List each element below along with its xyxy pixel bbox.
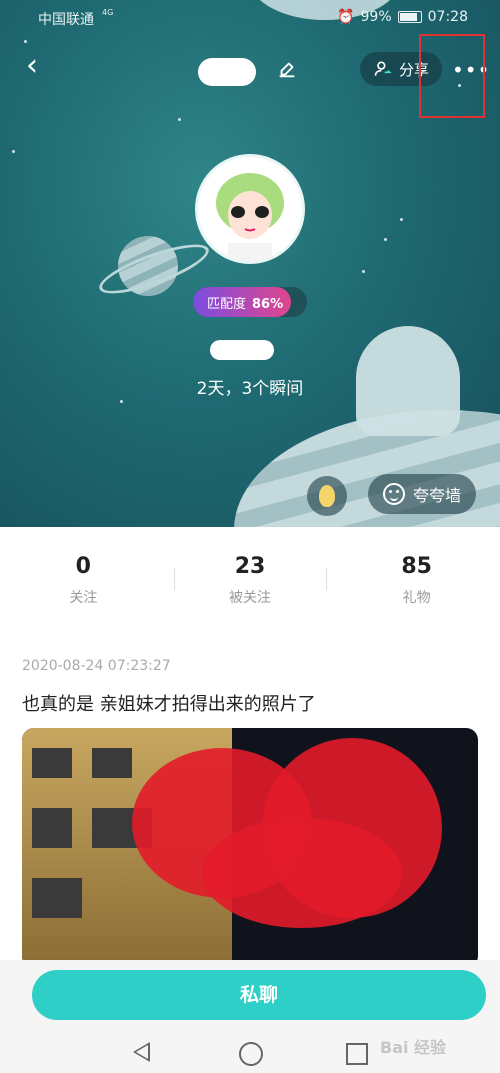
battery-icon [397, 11, 422, 23]
photo-tree-lights [202, 818, 402, 928]
stat-label: 礼物 [402, 590, 431, 606]
photo-window [32, 748, 72, 778]
nav-back-icon[interactable] [133, 1042, 150, 1062]
post-text: 也真的是 亲姐妹才拍得出来的照片了 [22, 694, 316, 715]
star-decoration [24, 40, 27, 43]
username-redacted [210, 340, 274, 360]
stat-value: 23 [234, 554, 266, 579]
star-decoration [384, 238, 387, 241]
share-user-icon [374, 61, 392, 76]
stat-label: 关注 [69, 590, 98, 606]
moments-summary: 2天，3个瞬间 [196, 379, 304, 399]
network-label: 4G [102, 8, 114, 17]
stat-divider [326, 568, 327, 590]
star-decoration [362, 270, 365, 273]
photo-window [92, 748, 132, 778]
egg-icon [319, 485, 335, 507]
nav-recents-icon[interactable] [346, 1043, 368, 1065]
match-label: 匹配度 [207, 297, 247, 312]
profile-name-redacted [198, 58, 256, 86]
profile-hero: 中国联通 4G ⏰ 99% 07:28 ‹ 分享 ••• 匹配度 86% 2天，… [0, 0, 500, 527]
back-arrow-icon[interactable]: ‹ [26, 51, 54, 81]
alarm-icon: ⏰ [337, 9, 355, 25]
stat-value: 85 [401, 554, 432, 579]
photo-window [32, 808, 72, 848]
carrier-label: 中国联通 [38, 12, 94, 28]
private-chat-button[interactable]: 私聊 [32, 970, 486, 1020]
stat-value: 0 [75, 554, 91, 579]
praise-wall-button[interactable]: 夸夸墙 [368, 474, 476, 514]
stat-following[interactable]: 0 关注 [0, 548, 167, 618]
star-decoration [12, 150, 15, 153]
avatar[interactable] [195, 154, 305, 264]
stat-followers[interactable]: 23 被关注 [167, 548, 334, 618]
status-bar: 中国联通 4G ⏰ 99% 07:28 [0, 0, 500, 34]
avatar-illustration [198, 157, 302, 261]
stats-row: 0 关注 23 被关注 85 礼物 [0, 548, 500, 618]
star-decoration [120, 400, 123, 403]
praise-wall-label: 夸夸墙 [412, 486, 461, 505]
stat-divider [174, 568, 175, 590]
match-value: 86% [252, 297, 284, 312]
stat-gifts[interactable]: 85 礼物 [333, 548, 500, 618]
post-timestamp: 2020-08-24 07:23:27 [22, 658, 171, 674]
photo-window [32, 878, 82, 918]
watermark: Bai 经验 [380, 1038, 447, 1057]
nav-home-icon[interactable] [239, 1042, 263, 1066]
stat-label: 被关注 [229, 590, 271, 606]
battery-percent: 99% [360, 9, 392, 25]
egg-button[interactable] [307, 476, 347, 516]
star-decoration [178, 118, 181, 121]
clock: 07:28 [427, 9, 468, 25]
post-photo[interactable] [22, 728, 478, 968]
highlight-annotation [419, 34, 485, 118]
smile-icon [382, 483, 405, 505]
match-badge: 匹配度 86% [193, 287, 307, 317]
edit-icon[interactable] [276, 58, 298, 80]
star-decoration [400, 218, 403, 221]
